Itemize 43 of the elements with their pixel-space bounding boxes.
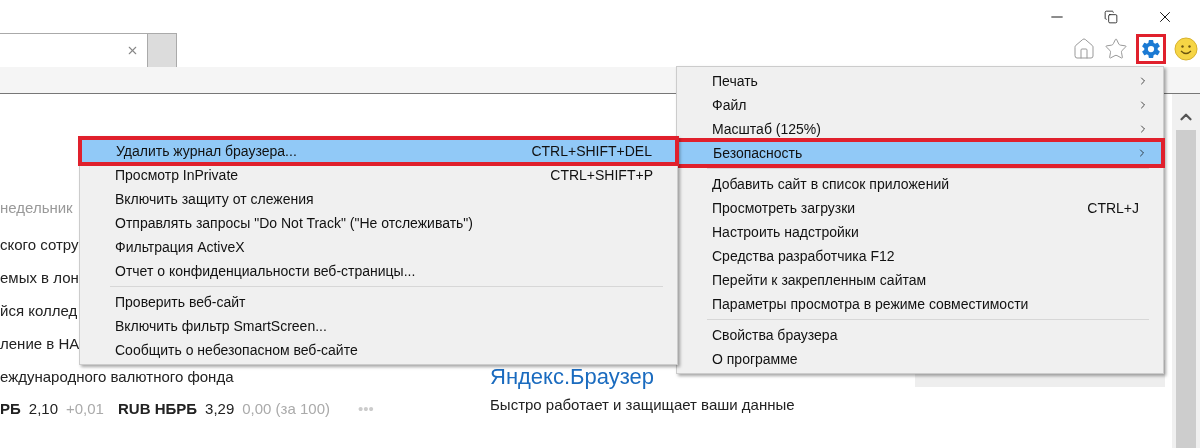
settings-button[interactable] [1136,34,1166,64]
menu-item[interactable]: Настроить надстройки [677,220,1163,244]
settings-icon [1141,39,1161,59]
menu-item[interactable]: Фильтрация ActiveX [80,235,677,259]
menu-item[interactable]: Просмотр InPrivate CTRL+SHIFT+P [80,163,677,187]
menu-item[interactable]: Печать [677,69,1163,93]
menu-item[interactable]: О программе [677,347,1163,371]
currency-rate: 3,29 [205,399,235,419]
date-text: недельник [0,198,73,218]
restore-icon[interactable] [1104,9,1118,24]
headline-link[interactable]: емых в лон [0,262,79,295]
menu-item[interactable]: Свойства браузера [677,323,1163,347]
headline-link[interactable]: ского сотру [0,229,79,262]
menu-item[interactable]: Удалить журнал браузера... CTRL+SHIFT+DEL [81,139,676,163]
menu-item[interactable]: Масштаб (125%) [677,117,1163,141]
star-icon[interactable] [1104,37,1128,61]
scroll-thumb[interactable] [1176,130,1196,448]
menu-item[interactable]: Включить фильтр SmartScreen... [80,314,677,338]
currency-change: +0,01 [66,399,104,419]
menu-item[interactable]: Отправлять запросы "Do Not Track" ("Не отслеживать") [80,211,677,235]
menu-item[interactable]: Проверить веб-сайт [80,290,677,314]
menu-item[interactable]: Перейти к закрепленным сайтам [677,268,1163,292]
smiley-icon[interactable] [1174,37,1198,61]
ad-text: Быстро работает и защищает ваши данные [490,395,795,415]
menu-item[interactable]: Файл [677,93,1163,117]
headline-link[interactable]: ление в НА [0,328,80,361]
menu-item[interactable]: Просмотреть загрузки CTRL+J [677,196,1163,220]
menu-item[interactable]: Безопасность [678,141,1162,165]
menu-item[interactable]: Сообщить о небезопасном веб-сайте [80,338,677,362]
currency-change: 0,00 (за 100) [242,399,331,419]
currency-rate: 2,10 [28,399,58,419]
new-tab-button[interactable] [148,33,177,67]
menu-item[interactable]: Включить защиту от слежения [80,187,677,211]
currency-code: RUB НБРБ [117,399,198,419]
scrollbar[interactable] [1172,94,1200,448]
home-icon[interactable] [1072,37,1096,61]
currency-code: РБ [0,399,21,419]
headline-link[interactable]: йся коллед [0,295,78,328]
menu-item[interactable]: Параметры просмотра в режиме совместимости [677,292,1163,316]
menu-item[interactable]: Отчет о конфиденциальности веб-страницы... [80,259,677,283]
menu-item[interactable]: Добавить сайт в список приложений [677,172,1163,196]
headline-link[interactable]: еждународного валютного фонда [0,361,234,394]
menu-item[interactable]: Средства разработчика F12 [677,244,1163,268]
